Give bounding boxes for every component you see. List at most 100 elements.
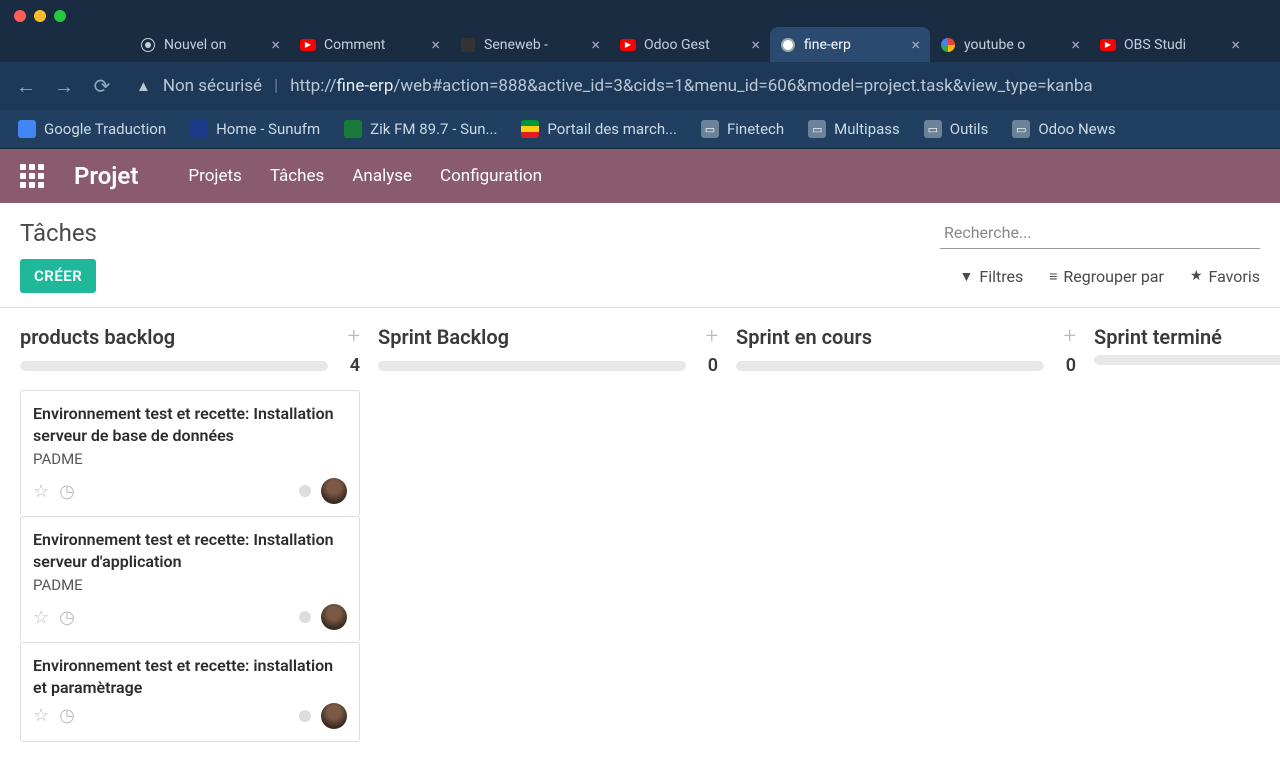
bookmark-item[interactable]: Google Traduction	[18, 120, 166, 138]
bookmark-item[interactable]: Zik FM 89.7 - Sun...	[344, 120, 497, 138]
column-title[interactable]: Sprint en cours	[736, 325, 872, 349]
window-close[interactable]	[14, 10, 26, 22]
tab-title: fine-erp	[804, 37, 903, 53]
column-title[interactable]: Sprint terminé	[1094, 325, 1222, 349]
add-card-button[interactable]: +	[706, 324, 718, 349]
column-count: 4	[342, 355, 360, 376]
add-card-button[interactable]: +	[1064, 324, 1076, 349]
security-warning-icon: ▲	[136, 77, 151, 95]
favicon: ▶	[1100, 37, 1116, 53]
favicon	[940, 37, 956, 53]
kanban-card[interactable]: Environnement test et recette: Installat…	[20, 516, 360, 642]
tab-title: Comment	[324, 37, 423, 53]
bookmark-item[interactable]: ▭ Multipass	[808, 120, 900, 138]
search-input[interactable]: Recherche...	[940, 217, 1260, 249]
menu-item[interactable]: Tâches	[270, 166, 325, 186]
card-subtitle: PADME	[33, 450, 347, 468]
tab-title: Seneweb -	[484, 37, 583, 53]
star-icon[interactable]: ☆	[33, 481, 49, 502]
card-title: Environnement test et recette: installat…	[33, 655, 347, 698]
nav-back[interactable]: ←	[14, 74, 38, 99]
bookmark-label: Zik FM 89.7 - Sun...	[370, 120, 497, 138]
close-icon[interactable]: ×	[911, 35, 920, 54]
close-icon[interactable]: ×	[1231, 35, 1240, 54]
bookmark-icon	[190, 120, 208, 138]
close-icon[interactable]: ×	[591, 35, 600, 54]
create-button[interactable]: CRÉER	[20, 259, 96, 293]
window-maximize[interactable]	[54, 10, 66, 22]
column-progress-bar	[1094, 355, 1280, 365]
menu-item[interactable]: Projets	[188, 166, 241, 186]
browser-tab[interactable]: youtube o ×	[930, 27, 1090, 62]
card-title: Environnement test et recette: Installat…	[33, 529, 347, 572]
card-title: Environnement test et recette: Installat…	[33, 403, 347, 446]
status-dot[interactable]	[299, 485, 311, 497]
close-icon[interactable]: ×	[1071, 35, 1080, 54]
bookmark-item[interactable]: Home - Sunufm	[190, 120, 320, 138]
bookmark-label: Home - Sunufm	[216, 120, 320, 138]
column-title[interactable]: Sprint Backlog	[378, 325, 509, 349]
browser-tab[interactable]: Seneweb - ×	[450, 27, 610, 62]
clock-icon[interactable]: ◷	[59, 607, 75, 628]
favorites-button[interactable]: ★ Favoris	[1190, 267, 1260, 286]
browser-tab[interactable]: ▶ Odoo Gest ×	[610, 27, 770, 62]
security-label: Non sécurisé	[163, 76, 262, 96]
column-progress-bar	[736, 361, 1044, 371]
card-subtitle: PADME	[33, 576, 347, 594]
bookmark-label: Multipass	[834, 120, 900, 138]
app-title[interactable]: Projet	[74, 162, 138, 190]
menu-item[interactable]: Analyse	[352, 166, 412, 186]
star-icon: ★	[1190, 268, 1203, 284]
add-card-button[interactable]: +	[348, 324, 360, 349]
browser-tab[interactable]: fine-erp ×	[770, 27, 930, 62]
favicon	[780, 37, 796, 53]
nav-forward[interactable]: →	[52, 74, 76, 99]
bookmark-label: Odoo News	[1038, 120, 1115, 138]
kanban-card[interactable]: Environnement test et recette: Installat…	[20, 390, 360, 516]
tab-title: Nouvel on	[164, 37, 263, 53]
funnel-icon: ▼	[960, 268, 974, 285]
tab-title: OBS Studi	[1124, 37, 1223, 53]
status-dot[interactable]	[299, 611, 311, 623]
star-icon[interactable]: ☆	[33, 705, 49, 726]
avatar[interactable]	[321, 604, 347, 630]
apps-launcher-icon[interactable]	[20, 164, 44, 188]
column-count: 0	[1058, 355, 1076, 376]
star-icon[interactable]: ☆	[33, 607, 49, 628]
groupby-button[interactable]: ≡ Regrouper par	[1049, 267, 1164, 286]
avatar[interactable]	[321, 703, 347, 729]
menu-item[interactable]: Configuration	[440, 166, 542, 186]
column-title[interactable]: products backlog	[20, 325, 175, 349]
bookmark-icon: ▭	[701, 120, 719, 138]
bookmark-icon	[344, 120, 362, 138]
bookmark-label: Portail des march...	[547, 120, 677, 138]
close-icon[interactable]: ×	[751, 35, 760, 54]
clock-icon[interactable]: ◷	[59, 705, 75, 726]
bookmark-icon	[521, 120, 539, 138]
bookmark-label: Google Traduction	[44, 120, 166, 138]
nav-reload[interactable]: ⟳	[90, 74, 114, 98]
close-icon[interactable]: ×	[431, 35, 440, 54]
favicon: ▶	[620, 37, 636, 53]
bookmark-icon: ▭	[924, 120, 942, 138]
filters-button[interactable]: ▼ Filtres	[960, 267, 1024, 286]
clock-icon[interactable]: ◷	[59, 481, 75, 502]
bookmark-icon: ▭	[808, 120, 826, 138]
bookmark-item[interactable]: Portail des march...	[521, 120, 677, 138]
kanban-card[interactable]: Environnement test et recette: installat…	[20, 642, 360, 741]
avatar[interactable]	[321, 478, 347, 504]
close-icon[interactable]: ×	[271, 35, 280, 54]
favicon: ▶	[300, 37, 316, 53]
browser-tab[interactable]: Nouvel on ×	[130, 27, 290, 62]
window-minimize[interactable]	[34, 10, 46, 22]
browser-tab[interactable]: ▶ OBS Studi ×	[1090, 27, 1250, 62]
bookmark-item[interactable]: ▭Odoo News	[1012, 120, 1115, 138]
bookmark-item[interactable]: ▭ Finetech	[701, 120, 784, 138]
tab-title: youtube o	[964, 37, 1063, 53]
favicon	[460, 37, 476, 53]
bookmark-item[interactable]: ▭Outils	[924, 120, 989, 138]
bookmark-label: Finetech	[727, 120, 784, 138]
tab-title: Odoo Gest	[644, 37, 743, 53]
browser-tab[interactable]: ▶ Comment ×	[290, 27, 450, 62]
address-bar[interactable]: ▲ Non sécurisé | http://fine-erp/web#act…	[128, 70, 1266, 102]
